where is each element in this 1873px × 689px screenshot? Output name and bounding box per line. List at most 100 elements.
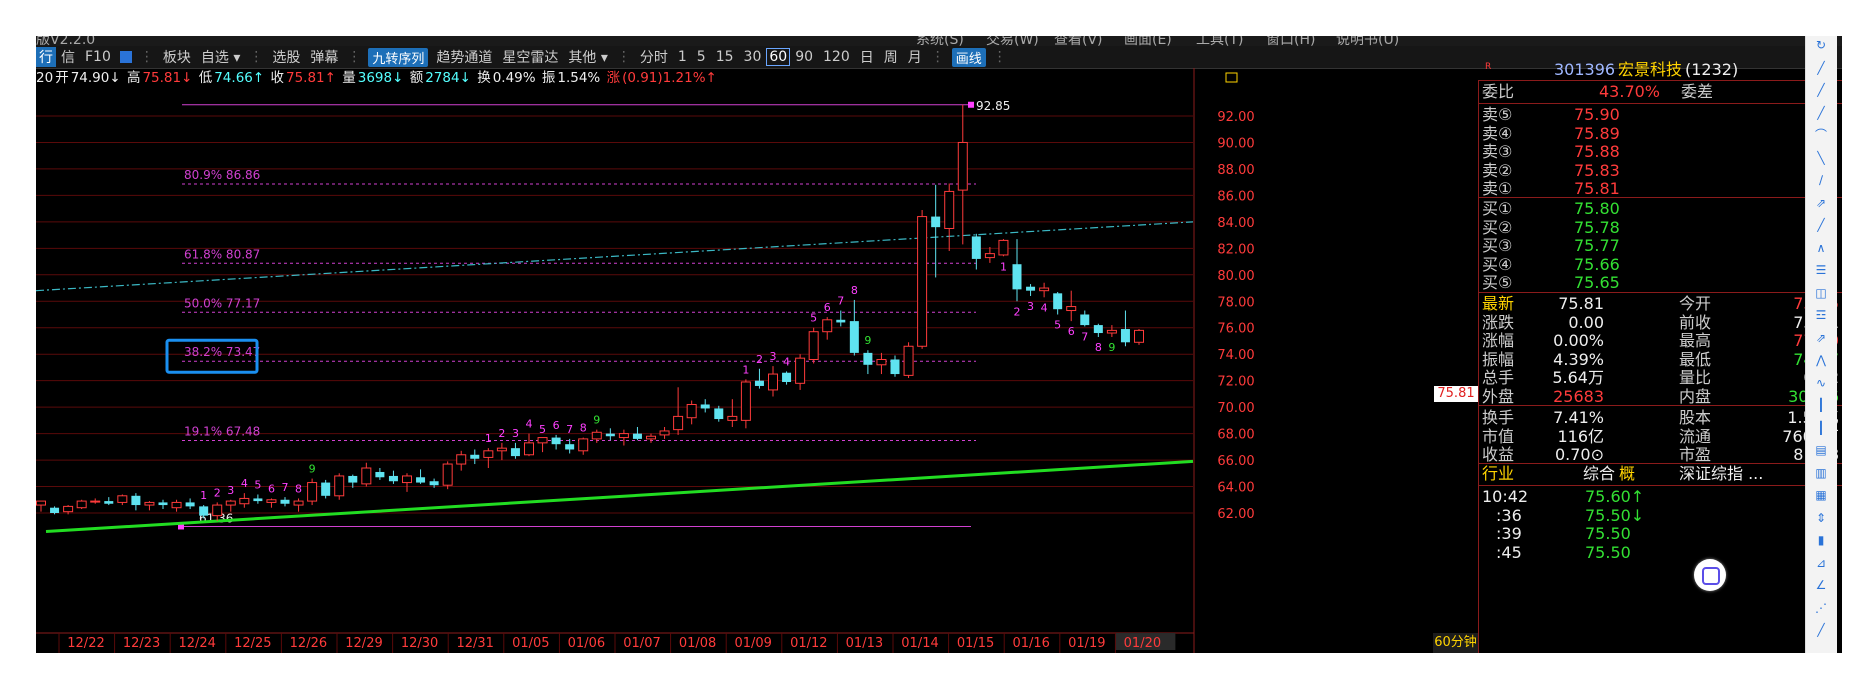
nine-turn-count: 3 [770,350,777,363]
candle [849,299,859,356]
candle-body [768,373,778,391]
x-tick-label: 01/06 [568,636,605,651]
bar-tool-icon[interactable]: ▮ [1812,533,1830,547]
line-tool-icon[interactable]: ╱ [1812,61,1830,75]
webi-row: 委比 43.70% 委差 59 [1479,81,1842,103]
nine-turn-count: 9 [1108,341,1115,354]
pen-tool-icon[interactable]: ╱ [1812,623,1830,637]
ray-tool-icon[interactable]: ╱ [1812,83,1830,97]
bid-label: 买⑤ [1482,273,1513,293]
tick-row[interactable]: :4575.501 [1479,542,1842,564]
candle [876,352,887,375]
stack-tool-icon[interactable]: ▥ [1812,466,1830,480]
diagonal-tool-icon[interactable]: ⋰ [1812,601,1830,615]
nine-turn-count: 3 [512,427,519,440]
table-tool-icon[interactable]: ▤ [1812,443,1830,457]
candle-body [442,463,453,486]
candle [375,468,385,480]
nine-turn-count: 4 [1041,301,1048,314]
candle-body [171,501,182,509]
webi-value: 43.70% [1599,82,1661,101]
candle-body [836,319,846,323]
candle-body [131,495,141,506]
triangle-tool-icon[interactable]: ⊿ [1812,556,1830,570]
vline-tool-icon[interactable]: ┃ [1812,398,1830,412]
x-tick-label: 01/08 [679,636,716,651]
slope-tool-icon[interactable]: ∕ [1812,173,1830,187]
candle [144,501,155,511]
x-tick-label: 12/31 [456,636,493,651]
floating-assistant-button[interactable] [1694,559,1726,591]
candle-body [551,437,561,445]
assistant-icon [1702,567,1720,585]
webi-label: 委比 [1482,82,1515,101]
candle [618,429,629,446]
arrow-up-tool-icon[interactable]: ⇗ [1812,331,1830,345]
curve-tool-icon[interactable]: ∿ [1812,376,1830,390]
candle-body [618,433,629,439]
nine-turn-count: 8 [851,284,858,297]
nine-turn-count: 2 [214,486,221,499]
nine-turn-count: 7 [282,481,289,494]
candle [673,387,684,435]
candle-body [348,475,358,483]
grid2-tool-icon[interactable]: ▦ [1812,488,1830,502]
candle [863,350,873,375]
arc-tool-icon[interactable]: ⌒ [1812,128,1830,142]
box-tool-icon[interactable]: ◫ [1812,286,1830,300]
stat-row[interactable]: 外盘25683内盘30686 [1479,386,1842,408]
candle-body [1066,306,1077,312]
high-value-label: 92.85 [976,99,1010,113]
stock-code: 301396 [1554,60,1616,79]
grid-tool-icon[interactable]: ☲ [1812,308,1830,322]
candle-body [510,448,520,457]
nine-turn-count: 9 [309,463,316,476]
vline2-tool-icon[interactable]: ┃ [1812,421,1830,435]
tick-time: :45 [1496,542,1522,562]
period-badge[interactable]: 60分钟 [1433,633,1478,653]
candlestick-chart[interactable]: 92.00 90.00 88.00 86.00 84.00 82.00 80.00 78.00… [36,36,1478,653]
weicha-label: 委差 [1681,82,1714,101]
candle-body [63,505,74,513]
indicator-toggle-icon [1225,72,1238,83]
segment-tool-icon[interactable]: ╱ [1812,106,1830,120]
arrow-tool-icon[interactable]: ⇗ [1812,196,1830,210]
candle [456,450,467,471]
candle-body [483,450,494,458]
stat-row[interactable]: 收益0.70⊙市盈81.18 [1479,444,1842,466]
peak-tool-icon[interactable]: ∧ [1812,241,1830,255]
candle [280,497,290,507]
candle-body [754,380,764,386]
candle-body [524,442,534,456]
parallel-tool-icon[interactable]: ╲ [1812,151,1830,165]
rotate-icon[interactable]: ↻ [1812,38,1830,52]
candle [1106,325,1117,337]
candle-body [686,403,697,419]
nine-turn-count: 4 [526,418,533,431]
wave-tool-icon[interactable]: ⋀ [1812,353,1830,367]
candle [646,433,656,443]
candle [266,498,277,508]
y-tick-label: 82.00 [1217,242,1254,257]
candle [740,379,751,429]
measure-tool-icon[interactable]: ⇕ [1812,511,1830,525]
nine-turn-count: 8 [580,422,587,435]
industry-row[interactable]: 行业 综合 概 深证综指 ... [1479,463,1842,485]
candle-body [537,437,548,444]
fib-tool-icon[interactable]: ☰ [1812,263,1830,277]
candle [1026,284,1036,296]
candle [239,493,250,508]
last-price-tag: 75.81 [1434,386,1478,402]
bid-price: 75.65 [1574,273,1620,293]
y-tick-label: 88.00 [1217,163,1254,178]
candle-body [361,467,372,485]
candle [402,473,412,492]
angle-tool-icon[interactable]: ∠ [1812,578,1830,592]
x-tick-label: 12/29 [345,636,382,651]
x-tick-label: 01/16 [1012,636,1049,651]
channel-tool-icon[interactable]: ╱ [1812,218,1830,232]
industry-value: 综合 [1583,464,1616,483]
bid-row[interactable]: 买⑤75.6546 [1479,272,1842,294]
nine-turn-count: 3 [1027,300,1034,313]
y-tick-label: 62.00 [1217,507,1254,522]
